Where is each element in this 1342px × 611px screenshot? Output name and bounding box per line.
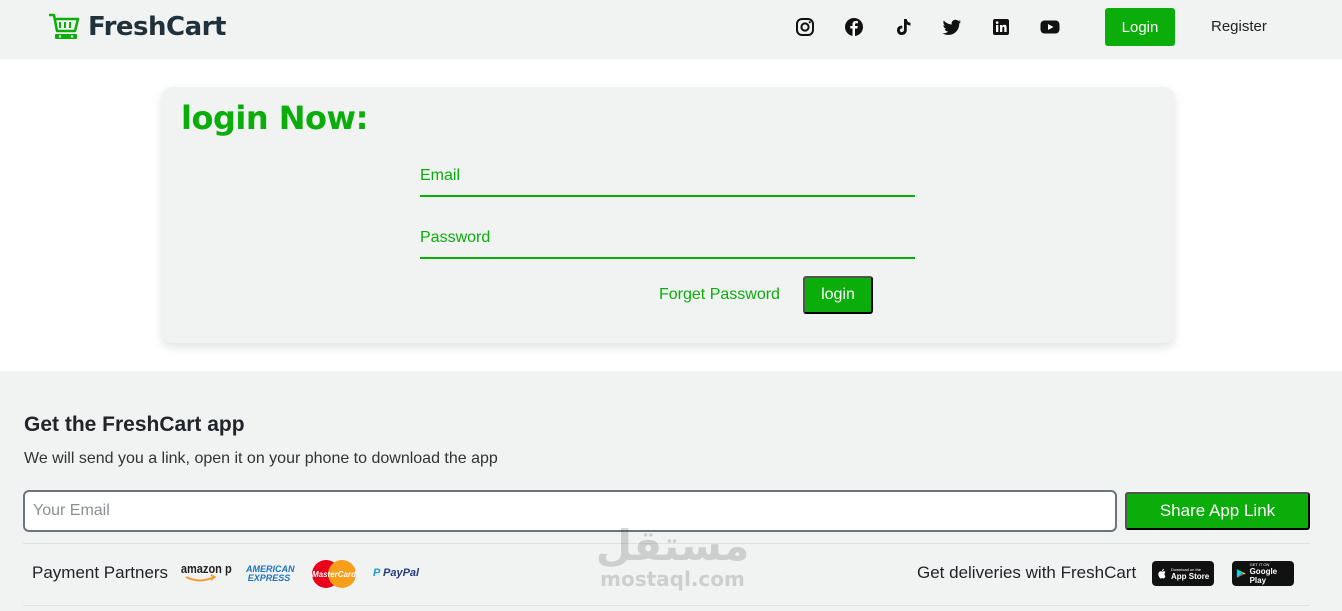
share-app-link-button[interactable]: Share App Link	[1125, 492, 1310, 530]
amex-logo: AMERICAN EXPRESS	[246, 564, 295, 583]
mastercard-text: MasterCard	[312, 570, 357, 579]
footer-divider	[23, 543, 1310, 544]
linkedin-icon[interactable]	[989, 14, 1013, 40]
cart-icon	[49, 13, 80, 39]
footer: Get the FreshCart app We will send you a…	[0, 371, 1342, 611]
nav-login-button[interactable]: Login	[1105, 8, 1175, 46]
app-store-badge[interactable]: Download on the App Store	[1152, 561, 1214, 586]
nav-register-link[interactable]: Register	[1211, 18, 1267, 35]
app-email-placeholder: Your Email	[33, 502, 110, 519]
facebook-icon[interactable]	[842, 14, 866, 40]
social-links	[793, 14, 1062, 40]
navbar: FreshCart Login Register	[0, 0, 1342, 59]
footer-subtitle: We will send you a link, open it on your…	[24, 450, 498, 467]
app-email-input[interactable]: Your Email	[23, 490, 1117, 532]
google-play-icon	[1236, 569, 1246, 578]
paypal-logo: P PayPal	[373, 567, 419, 579]
login-submit-button[interactable]: login	[803, 276, 873, 314]
amex-text: AMERICAN EXPRESS	[246, 564, 295, 583]
tiktok-icon[interactable]	[891, 14, 915, 40]
footer-title: Get the FreshCart app	[24, 413, 245, 436]
login-card: login Now: Email Password Forget Passwor…	[162, 87, 1174, 343]
brand-name: FreshCart	[88, 12, 226, 42]
password-placeholder: Password	[420, 229, 491, 246]
twitter-icon[interactable]	[940, 14, 964, 40]
google-play-text: GET IT ON Google Play	[1249, 562, 1278, 585]
apple-icon	[1158, 568, 1166, 579]
google-play-badge[interactable]: GET IT ON Google Play	[1232, 561, 1294, 586]
paypal-text: PayPal	[383, 567, 420, 579]
forget-password-link[interactable]: Forget Password	[659, 286, 780, 304]
page-title: login Now:	[181, 99, 368, 137]
paypal-icon: P	[373, 567, 380, 579]
app-store-text: Download on the App Store	[1171, 566, 1210, 581]
email-placeholder: Email	[420, 167, 461, 184]
payment-partners-label: Payment Partners	[32, 563, 169, 582]
mastercard-logo: MasterCard	[312, 560, 357, 588]
amazon-pay-logo: amazon pay	[181, 561, 232, 582]
email-field[interactable]: Email	[420, 157, 915, 197]
youtube-icon[interactable]	[1038, 14, 1062, 40]
amazon-pay-text: amazon pay	[181, 561, 232, 576]
deliveries-label: Get deliveries with FreshCart	[917, 563, 1137, 582]
password-field[interactable]: Password	[420, 219, 915, 259]
brand-logo[interactable]: FreshCart	[48, 10, 226, 44]
footer-divider-bottom	[23, 605, 1310, 606]
instagram-icon[interactable]	[793, 14, 817, 40]
